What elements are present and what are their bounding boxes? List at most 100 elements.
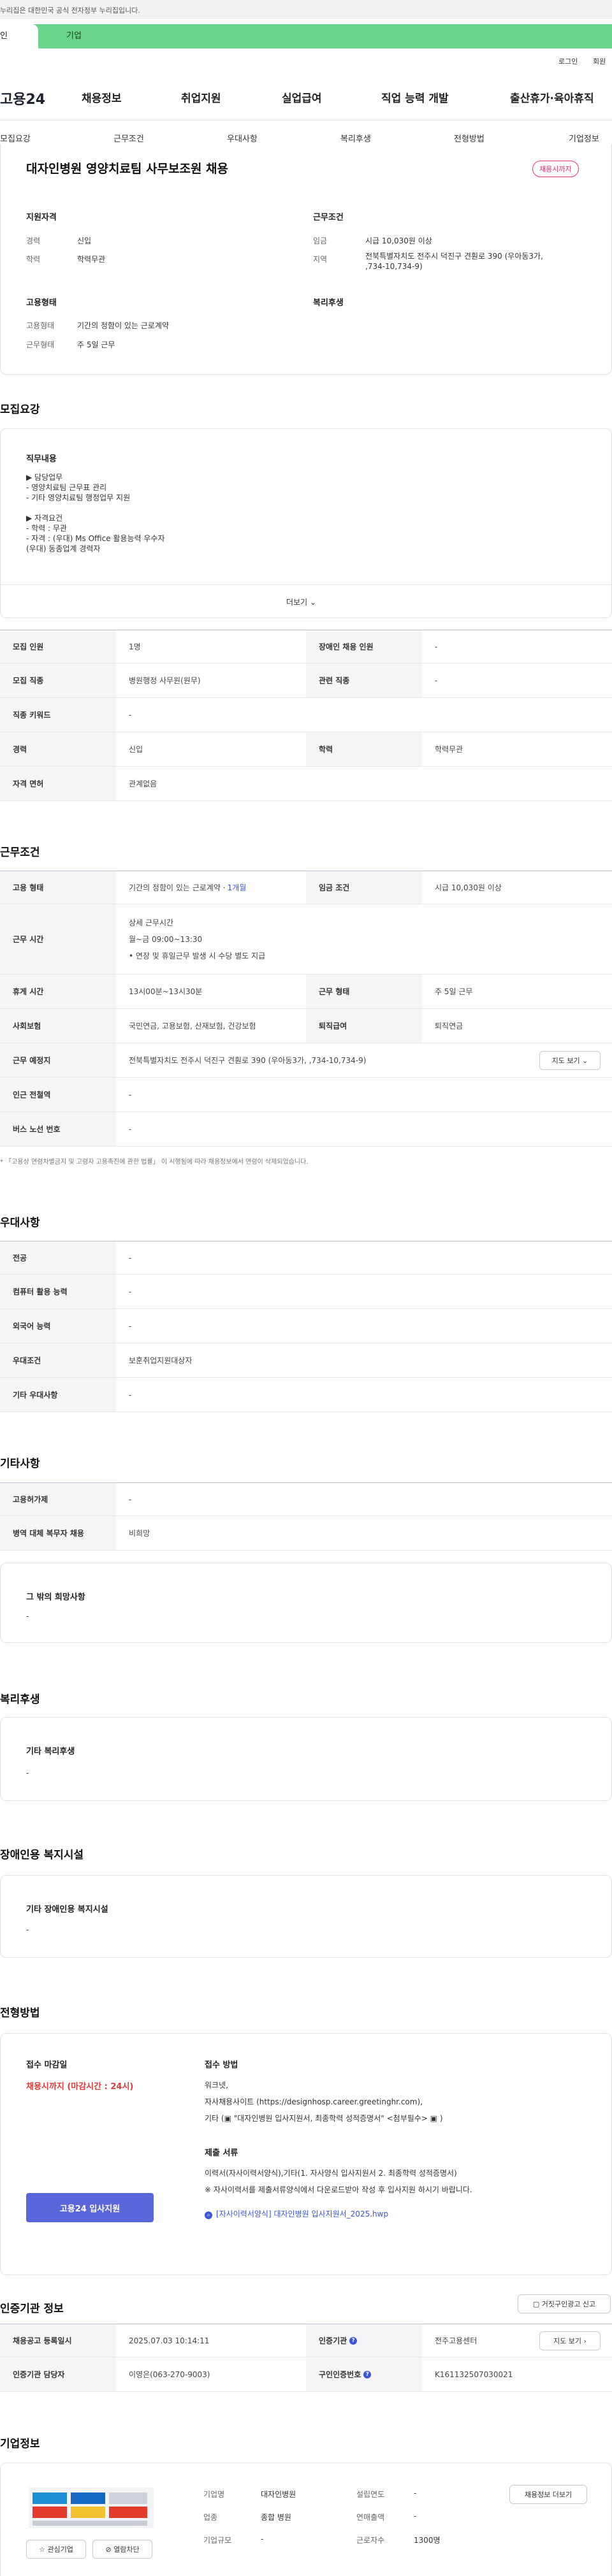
info-icon[interactable]: ? [363,2370,372,2378]
apply-button[interactable]: 고용24 입사지원 [26,2193,154,2222]
hope-card: 그 밖의 희망사항 - [0,1563,612,1643]
table-cell: K161132507030021 [435,2370,513,2379]
deadline-badge: 채용시까지 [532,161,579,177]
info-icon[interactable]: ? [349,2336,358,2345]
table-header-cell: 채용공고 등록일시 [0,2324,116,2357]
subnav-company[interactable]: 기업정보 [569,132,599,144]
favorite-company-button[interactable]: ☆ 관심기업 [26,2540,86,2559]
attachment-icon: ⌕ [205,2211,212,2219]
disability-box-value: - [26,1925,29,1934]
pref-title: 우대사항 [0,1217,40,1229]
emp-title: 고용형태 [26,298,57,308]
subnav-selection[interactable]: 전형방법 [454,132,484,144]
map-view-button[interactable]: 지도 보기 ⌄ [539,1051,601,1070]
join-link[interactable]: 회원 [593,56,606,66]
time-detail-note: • 연장 및 휴일근무 발생 시 수당 별도 지급 [129,952,266,960]
sales-value: - [414,2512,417,2521]
block-view-button[interactable]: ⊘ 열람차단 [92,2540,152,2559]
table-cell: - [435,642,438,651]
welfare-title: 복리후생 [313,298,344,308]
work-form-label: 근무형태 [26,340,55,349]
hope-title: 그 밖의 희망사항 [26,1593,85,1602]
contract-period-link[interactable]: 1개월 [228,882,247,893]
table-header-cell: 학력 [306,732,422,766]
gnb-employment-support[interactable]: 취업지원 [181,89,221,105]
table-cell: 보훈취업지원대상자 [129,1356,193,1365]
region-label: 지역 [313,255,328,264]
subnav-work[interactable]: 근무조건 [113,132,144,144]
table-header-cell: 퇴직급여 [306,1009,422,1043]
table-header-cell: 자격 면허 [0,767,116,800]
user-mode-bar: 인 기업 [0,24,612,48]
table-cell: 신입 [129,745,143,754]
recruit-title: 모집요강 [0,403,40,416]
docs-label: 제출 서류 [205,2148,238,2158]
table-row: 인증기관 담당자 이영은(063-270-9003) 구인인증번호? K1611… [0,2357,612,2392]
table-header-cell: 인증기관? [306,2324,422,2357]
selection-card: 접수 마감일 채용시까지 (마감시간 : 24시) 접수 방법 워크넷, 자사채… [0,2033,612,2275]
table-header-cell: 인근 전철역 [0,1078,116,1111]
table-cell: 병원행정 사무원(원무) [129,676,201,685]
table-header-cell: 근무 시간 [0,904,116,974]
report-fake-ad-button[interactable]: ▢ 거짓구인광고 신고 [518,2294,611,2313]
welfare-section-title: 복리후생 [0,1693,40,1706]
table-cell: 2025.07.03 10:14:11 [129,2336,210,2345]
attachment-link[interactable]: ⌕ [자사이력서양식] 대자인병원 입사지원서_2025.hwp [205,2208,388,2219]
table-header-cell: 직종 키워드 [0,698,116,732]
table-row: 고용허가제 - [0,1483,612,1516]
table-cell: - [129,710,132,720]
table-row: 사회보험 국민연금, 고용보험, 산재보험, 건강보험 퇴직급여 퇴직연금 [0,1009,612,1043]
cond-title: 근무조건 [313,213,344,222]
table-row: 버스 노선 번호 - [0,1112,612,1147]
wage-label: 임금 [313,236,328,245]
subnav-pref[interactable]: 우대사항 [227,132,258,144]
table-header-cell: 고용 형태 [0,871,116,904]
gnb-parental-leave[interactable]: 출산휴가·육아휴직 [510,89,594,105]
table-cell: 전주고용센터 [435,2336,477,2345]
employees-value: 1300명 [414,2536,441,2545]
table-header-cell: 모집 직종 [0,663,116,697]
welfare-box-title: 기타 복리후생 [26,1747,75,1756]
subnav-welfare[interactable]: 복리후생 [340,132,371,144]
table-row: 외국어 능력 - [0,1309,612,1343]
table-header-cell: 근무 예정지 [0,1043,116,1077]
tab-company[interactable]: 기업 [66,24,82,48]
table-row: 경력 신입 학력 학력무관 [0,732,612,767]
welfare-card: 기타 복리후생 - [0,1717,612,1801]
gnb-unemployment-benefit[interactable]: 실업급여 [282,89,322,105]
company-size-label: 기업규모 [203,2536,232,2545]
table-header-cell: 인증기관 담당자 [0,2357,116,2391]
deadline-label: 접수 마감일 [26,2060,68,2070]
table-header-cell: 외국어 능력 [0,1309,116,1343]
table-header-cell: 모집 인원 [0,630,116,663]
subnav-recruit[interactable]: 모집요강 [0,132,31,144]
gov-notice-text: 누리집은 대한민국 공식 전자정부 누리집입니다. [0,6,140,15]
sales-label: 연매출액 [356,2513,385,2522]
more-button[interactable]: 더보기 ⌄ [286,597,316,607]
table-cell: 기간의 정함이 있는 근로계약 · 1개월 [129,882,247,893]
site-logo[interactable]: 고용24 [0,88,45,108]
more-jobs-button[interactable]: 채용정보 더보기 [509,2485,587,2504]
deadline-value: 채용시까지 (마감시간 : 24시) [26,2082,134,2092]
cert-title: 인증기관 정보 [0,2303,64,2315]
table-row: 기타 우대사항 - [0,1378,612,1412]
table-cell: - [129,1321,132,1331]
table-row: 컴퓨터 활용 능력 - [0,1275,612,1309]
est-year-label: 설립연도 [356,2490,385,2499]
table-row: 근무 시간 상세 근무시간 월~금 09:00~13:30 • 연장 및 휴일근… [0,904,612,974]
table-header-cell: 구인인증번호? [306,2357,422,2391]
table-cell: - [129,1124,132,1134]
emp-type-value: 기간의 정함이 있는 근로계약 [77,321,169,330]
block-icon: ⊘ [105,2545,112,2554]
login-link[interactable]: 로그인 [558,56,578,66]
chevron-down-icon: ⌄ [582,1056,588,1065]
table-cell: 학력무관 [435,745,463,754]
cert-map-button[interactable]: 지도 보기 › [539,2331,601,2350]
table-row: 병역 대체 복무자 채용 비희망 [0,1516,612,1551]
gnb-job-training[interactable]: 직업 능력 개발 [381,89,449,105]
tab-personal[interactable]: 인 [0,24,38,48]
table-cell: 전북특별자치도 전주시 덕진구 견훤로 390 (우아동3가, ,734-10,… [129,1056,367,1065]
table-cell: - [129,1494,132,1504]
wage-value: 시급 10,030원 이상 [365,236,432,245]
gnb-job-info[interactable]: 채용정보 [82,89,122,105]
